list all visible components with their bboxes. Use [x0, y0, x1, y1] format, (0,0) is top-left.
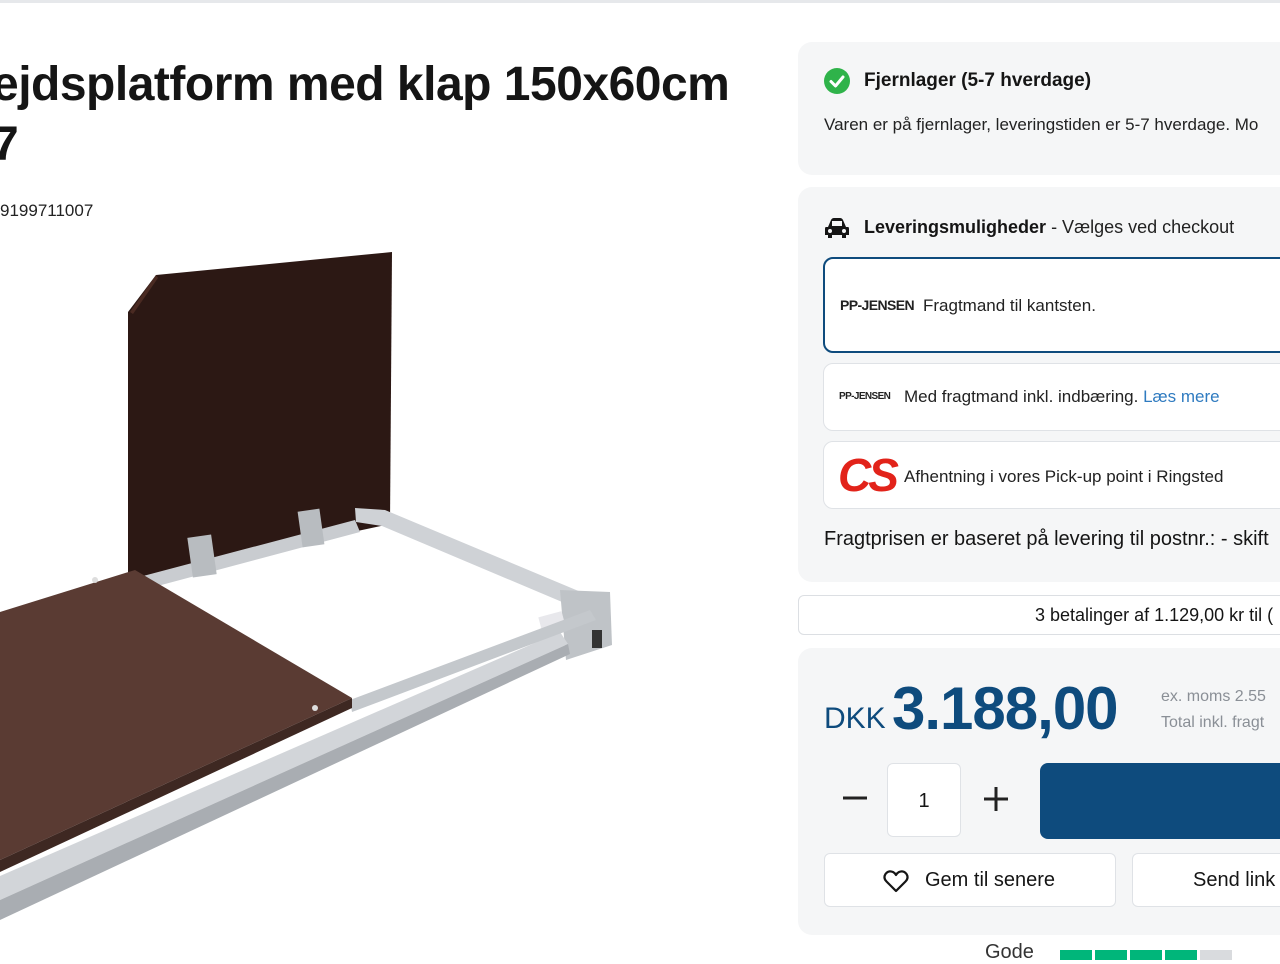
stock-status-title: Fjernlager (5-7 hverdage): [864, 70, 1092, 91]
send-link-button[interactable]: Send link: [1132, 853, 1280, 907]
top-divider: [0, 0, 1280, 3]
check-circle-icon: [824, 68, 850, 94]
price-total-incl-freight: Total inkl. fragt: [1161, 714, 1265, 731]
save-for-later-label: Gem til senere: [925, 869, 1056, 891]
delivery-option-pickup[interactable]: CS Afhentning i vores Pick-up point i Ri…: [823, 441, 1280, 509]
delivery-option-carry-in[interactable]: PP-JENSEN Med fragtmand inkl. indbæring.…: [823, 363, 1280, 431]
rating-star-icon: [1165, 950, 1197, 960]
delivery-option-label: Med fragtmand inkl. indbæring. Læs mere: [904, 387, 1220, 407]
rating-star-icon: [1060, 950, 1092, 960]
rating-label: Gode: [985, 941, 1034, 963]
stock-status-description: Varen er på fjernlager, leveringstiden e…: [824, 115, 1259, 134]
rating-star-icon: [1095, 950, 1127, 960]
installments-text: 3 betalinger af 1.129,00 kr til (: [1035, 605, 1274, 625]
car-icon: [825, 218, 849, 238]
cs-logo: CS: [838, 449, 899, 501]
add-to-cart-button[interactable]: [1040, 763, 1280, 839]
product-image[interactable]: [0, 240, 640, 920]
delivery-option-text: Med fragtmand inkl. indbæring.: [904, 387, 1139, 406]
send-link-label: Send link: [1193, 869, 1276, 891]
quantity-input[interactable]: 1: [887, 763, 961, 837]
product-title: ejdsplatform med klap 150x60cm 7: [0, 58, 772, 178]
installments-banner[interactable]: 3 betalinger af 1.129,00 kr til (: [798, 595, 1280, 635]
price-panel: DKK 3.188,00 ex. moms 2.55 Total inkl. f…: [798, 648, 1280, 935]
delivery-heading-suffix: - Vælges ved checkout: [1046, 217, 1235, 237]
delivery-option-curbside[interactable]: PP-JENSEN Fragtmand til kantsten.: [823, 257, 1280, 353]
freight-note[interactable]: Fragtprisen er baseret på levering til p…: [824, 528, 1269, 551]
delivery-panel: Leveringsmuligheder - Vælges ved checkou…: [798, 187, 1280, 582]
price-ex-vat: ex. moms 2.55: [1161, 688, 1266, 705]
rating-star-icon: [1130, 950, 1162, 960]
delivery-option-label: Fragtmand til kantsten.: [923, 296, 1096, 315]
price-currency: DKK: [824, 702, 886, 735]
read-more-link[interactable]: Læs mere: [1143, 387, 1220, 406]
stock-panel: Fjernlager (5-7 hverdage) Varen er på fj…: [798, 42, 1280, 175]
rating-star-empty-icon: [1200, 950, 1232, 960]
heart-icon: [883, 870, 909, 893]
product-title-line-2: 7: [0, 118, 19, 171]
product-sku: 9199711007: [0, 201, 94, 220]
minus-icon[interactable]: [838, 781, 872, 815]
product-title-line-1: ejdsplatform med klap 150x60cm: [0, 58, 730, 111]
delivery-option-label: Afhentning i vores Pick-up point i Rings…: [904, 467, 1224, 486]
pp-jensen-logo: PP-JENSEN: [840, 297, 915, 313]
pp-jensen-logo: PP-JENSEN: [839, 391, 891, 402]
delivery-heading: Leveringsmuligheder - Vælges ved checkou…: [864, 217, 1234, 238]
delivery-heading-title: Leveringsmuligheder: [864, 217, 1047, 237]
plus-icon[interactable]: [981, 784, 1011, 814]
save-for-later-button[interactable]: Gem til senere: [824, 853, 1116, 907]
price-amount: 3.188,00: [892, 675, 1119, 742]
